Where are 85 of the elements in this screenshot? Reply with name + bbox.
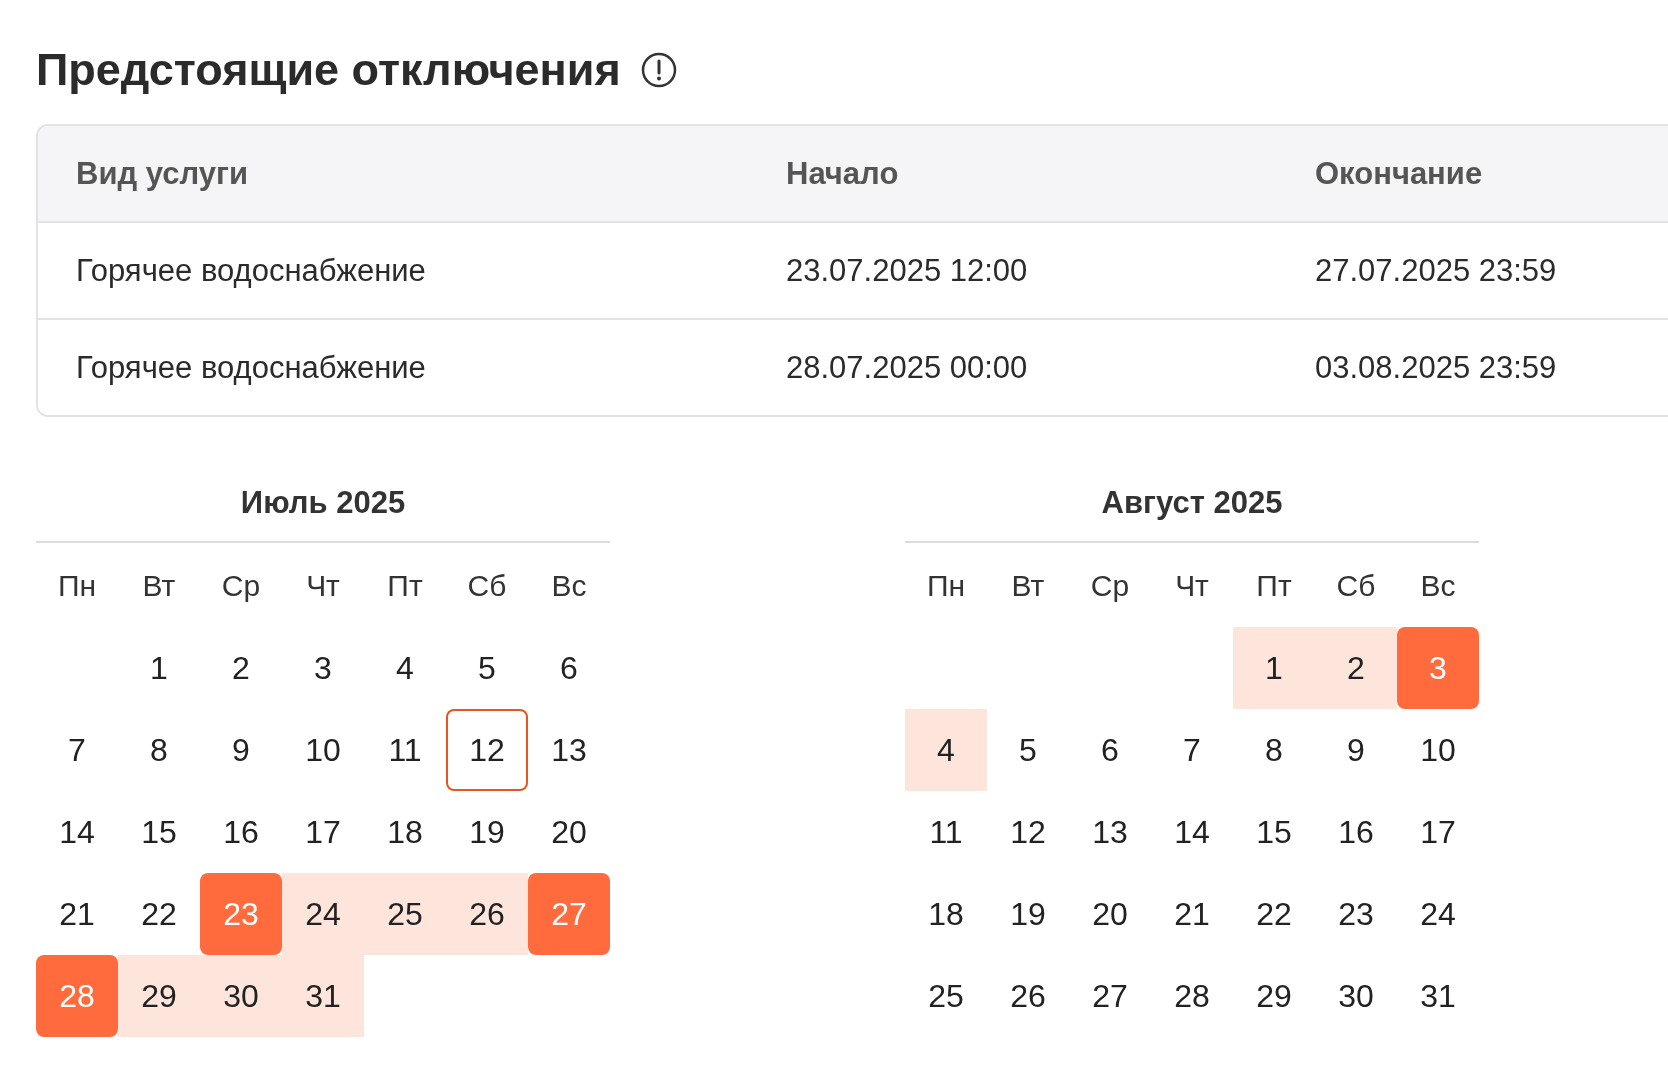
calendar-day[interactable]: 31: [282, 955, 364, 1037]
table-cell-text: Горячее водоснабжение: [76, 349, 427, 386]
table-cell-text: 27.07.2025 23:59: [1315, 252, 1558, 289]
weekday-label: Вс: [1419, 568, 1457, 604]
calendar-day[interactable]: 29: [118, 955, 200, 1037]
calendar-day[interactable]: 1: [118, 627, 200, 709]
weekday-label: Ср: [1089, 568, 1131, 604]
calendar-day[interactable]: 2: [200, 627, 282, 709]
calendar-day[interactable]: 11: [364, 709, 446, 791]
calendar-day[interactable]: 30: [200, 955, 282, 1037]
calendar-day[interactable]: 10: [282, 709, 364, 791]
calendar-day[interactable]: 14: [36, 791, 118, 873]
calendar-day[interactable]: 30: [1315, 955, 1397, 1037]
calendar-day[interactable]: 15: [1233, 791, 1315, 873]
weekday-label: Чт: [305, 568, 341, 604]
calendar-day[interactable]: 8: [118, 709, 200, 791]
calendar-day[interactable]: 5: [987, 709, 1069, 791]
calendar-day[interactable]: 1: [1233, 627, 1315, 709]
calendar-day[interactable]: 22: [118, 873, 200, 955]
calendar-day[interactable]: 25: [905, 955, 987, 1037]
weekday-label: Вт: [1010, 568, 1046, 604]
calendar-day[interactable]: 16: [200, 791, 282, 873]
calendar-day[interactable]: 7: [1151, 709, 1233, 791]
weekday-label: Пт: [386, 568, 424, 604]
calendar-day[interactable]: 13: [528, 709, 610, 791]
weekday-label: Сб: [466, 568, 508, 604]
calendar-day[interactable]: 20: [1069, 873, 1151, 955]
weekday-label: Пт: [1255, 568, 1293, 604]
calendar-day[interactable]: 22: [1233, 873, 1315, 955]
calendar-day[interactable]: 9: [1315, 709, 1397, 791]
calendar-day[interactable]: 20: [528, 791, 610, 873]
calendar-day[interactable]: 17: [282, 791, 364, 873]
calendar-day[interactable]: 21: [36, 873, 118, 955]
calendar-day[interactable]: 7: [36, 709, 118, 791]
calendar-day[interactable]: 6: [528, 627, 610, 709]
column-header: Начало: [786, 155, 900, 192]
calendar-day[interactable]: 28: [1151, 955, 1233, 1037]
month-title: Август 2025: [905, 485, 1479, 543]
calendar-day[interactable]: 18: [905, 873, 987, 955]
calendar-day[interactable]: 26: [446, 873, 528, 955]
calendar-day[interactable]: 12: [446, 709, 528, 791]
calendar-day[interactable]: 6: [1069, 709, 1151, 791]
calendar-day[interactable]: 14: [1151, 791, 1233, 873]
calendar-day[interactable]: 8: [1233, 709, 1315, 791]
calendar-day[interactable]: 3: [282, 627, 364, 709]
calendar-day[interactable]: 11: [905, 791, 987, 873]
calendar-day[interactable]: 19: [446, 791, 528, 873]
calendar-day[interactable]: 27: [1069, 955, 1151, 1037]
calendar-day[interactable]: 26: [987, 955, 1069, 1037]
column-header: Окончание: [1315, 155, 1484, 192]
column-header: Вид услуги: [76, 155, 249, 192]
calendar-day[interactable]: 16: [1315, 791, 1397, 873]
calendar-day[interactable]: 24: [1397, 873, 1479, 955]
table-cell-text: Горячее водоснабжение: [76, 252, 427, 289]
weekday-label: Сб: [1335, 568, 1377, 604]
calendar-day[interactable]: 21: [1151, 873, 1233, 955]
calendar-day[interactable]: 4: [364, 627, 446, 709]
page-title: Предстоящие отключения: [36, 44, 621, 96]
calendar-day[interactable]: 19: [987, 873, 1069, 955]
calendar-day[interactable]: 4: [905, 709, 987, 791]
weekday-label: Вт: [141, 568, 177, 604]
calendar-day[interactable]: 23: [1315, 873, 1397, 955]
weekday-label: Чт: [1174, 568, 1210, 604]
calendar-day[interactable]: 31: [1397, 955, 1479, 1037]
month-title: Июль 2025: [36, 485, 610, 543]
calendar-day[interactable]: 12: [987, 791, 1069, 873]
weekday-label: Ср: [220, 568, 262, 604]
table-cell-text: 03.08.2025 23:59: [1315, 349, 1558, 386]
calendar-day[interactable]: 15: [118, 791, 200, 873]
calendar-day[interactable]: 17: [1397, 791, 1479, 873]
calendar-day[interactable]: 24: [282, 873, 364, 955]
calendar-day[interactable]: 2: [1315, 627, 1397, 709]
weekday-label: Вс: [550, 568, 588, 604]
calendar-day[interactable]: 13: [1069, 791, 1151, 873]
calendar-day[interactable]: 5: [446, 627, 528, 709]
weekday-label: Пн: [925, 568, 967, 604]
calendar-day[interactable]: 29: [1233, 955, 1315, 1037]
table-cell-text: 28.07.2025 00:00: [786, 349, 1029, 386]
weekday-label: Пн: [56, 568, 98, 604]
calendar-day[interactable]: 25: [364, 873, 446, 955]
table-cell-text: 23.07.2025 12:00: [786, 252, 1029, 289]
calendar-day[interactable]: 10: [1397, 709, 1479, 791]
calendar-day[interactable]: 18: [364, 791, 446, 873]
calendar-day[interactable]: 9: [200, 709, 282, 791]
info-icon[interactable]: [640, 52, 677, 88]
